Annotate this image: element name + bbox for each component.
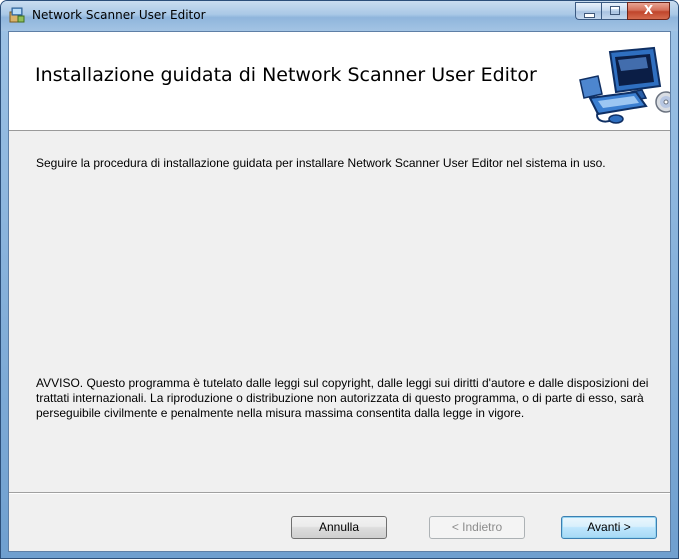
installer-window: Network Scanner User Editor X Installazi… [0,0,679,559]
dialog-client-area: Installazione guidata di Network Scanner… [8,31,671,552]
copyright-warning: AVVISO. Questo programma è tutelato dall… [36,376,649,420]
minimize-icon [584,13,595,18]
back-button[interactable]: < Indietro [429,516,525,539]
maximize-button[interactable] [601,2,627,20]
next-button[interactable]: Avanti > [561,516,657,539]
maximize-icon [610,6,620,15]
installer-icon [9,7,25,23]
caption-buttons: X [575,2,670,21]
cancel-button[interactable]: Annulla [291,516,387,539]
close-button[interactable]: X [627,2,670,20]
page-title: Installazione guidata di Network Scanner… [35,64,537,86]
close-icon: X [643,3,654,17]
button-bar: Annulla < Indietro Avanti > [9,492,670,551]
window-title: Network Scanner User Editor [32,8,206,22]
minimize-button[interactable] [575,2,601,20]
title-bar[interactable]: Network Scanner User Editor X [1,1,678,31]
computer-setup-icon [579,46,670,124]
wizard-body: Seguire la procedura di installazione gu… [9,131,670,506]
intro-text: Seguire la procedura di installazione gu… [36,156,606,170]
header-banner: Installazione guidata di Network Scanner… [9,32,670,131]
